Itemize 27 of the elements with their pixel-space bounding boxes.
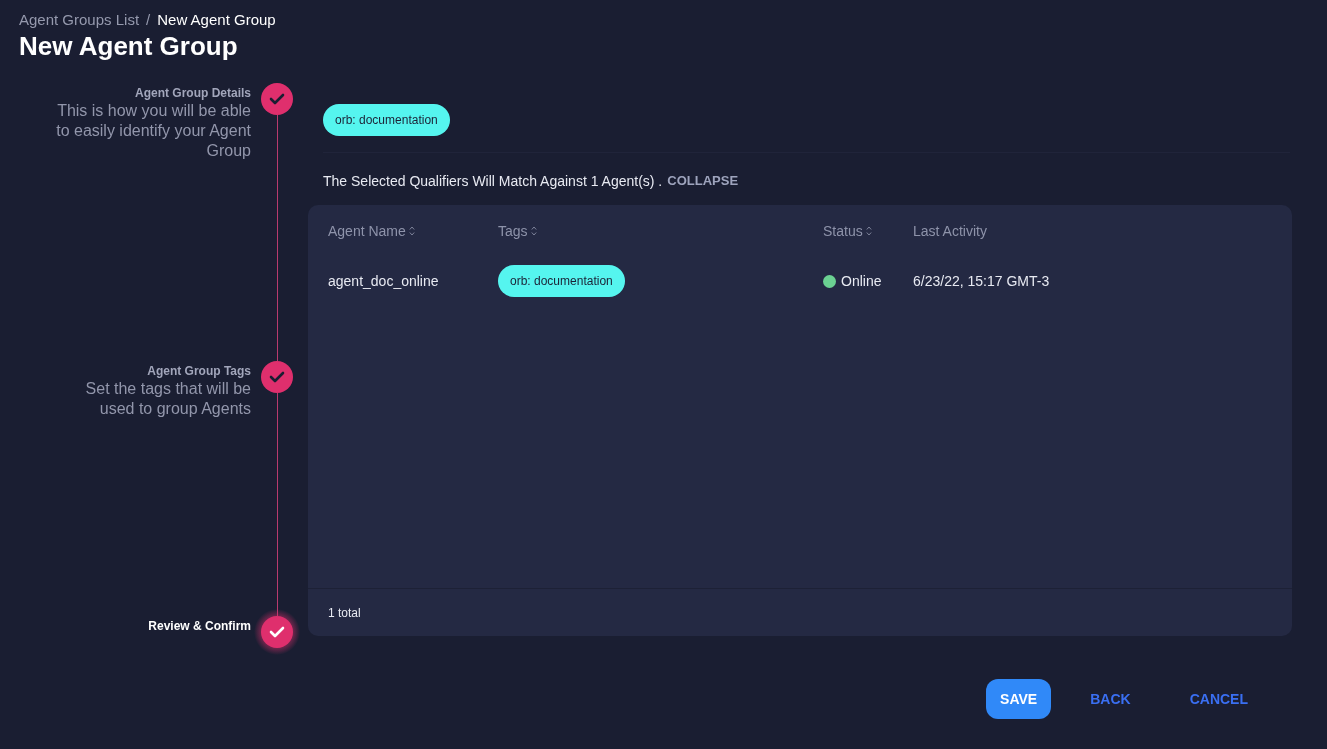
collapse-link[interactable]: COLLAPSE [667,171,739,191]
table-total-count: 1 total [328,604,361,622]
breadcrumb-separator: / [146,10,151,30]
table-cell-text: agent_doc_online [328,271,439,291]
primary-button[interactable]: SAVE [986,679,1052,719]
step-title: Agent Group Tags [147,363,251,379]
column-header[interactable]: Status [823,220,872,242]
sort-icon[interactable] [530,226,537,236]
tag-chip: orb: documentation [323,104,450,136]
text-button[interactable]: BACK [1070,679,1151,719]
column-header[interactable]: Tags [498,220,537,242]
breadcrumb-link[interactable]: Agent Groups List [19,10,140,30]
step-title: Review & Confirm [148,618,251,634]
step-description: Set the tags that will be used to group Agents [84,379,251,419]
column-header[interactable]: Agent Name [328,220,415,242]
step-title: Agent Group Details [135,85,251,101]
step-description: This is how you will be able to easily identify your Agent Group [55,101,251,161]
tag-chip: orb: documentation [498,265,625,297]
table-cell-text: 6/23/22, 15:17 GMT-3 [913,271,1050,291]
status-text: Online [841,271,882,291]
match-summary-text: The Selected Qualifiers Will Match Against 1 Agent(s) . [323,171,663,191]
text-button[interactable]: CANCEL [1169,679,1268,719]
page-title: New Agent Group [19,30,238,62]
sort-icon[interactable] [865,226,872,236]
sort-icon[interactable] [408,226,415,236]
breadcrumb-current: New Agent Group [157,10,276,30]
column-header: Last Activity [913,221,987,241]
